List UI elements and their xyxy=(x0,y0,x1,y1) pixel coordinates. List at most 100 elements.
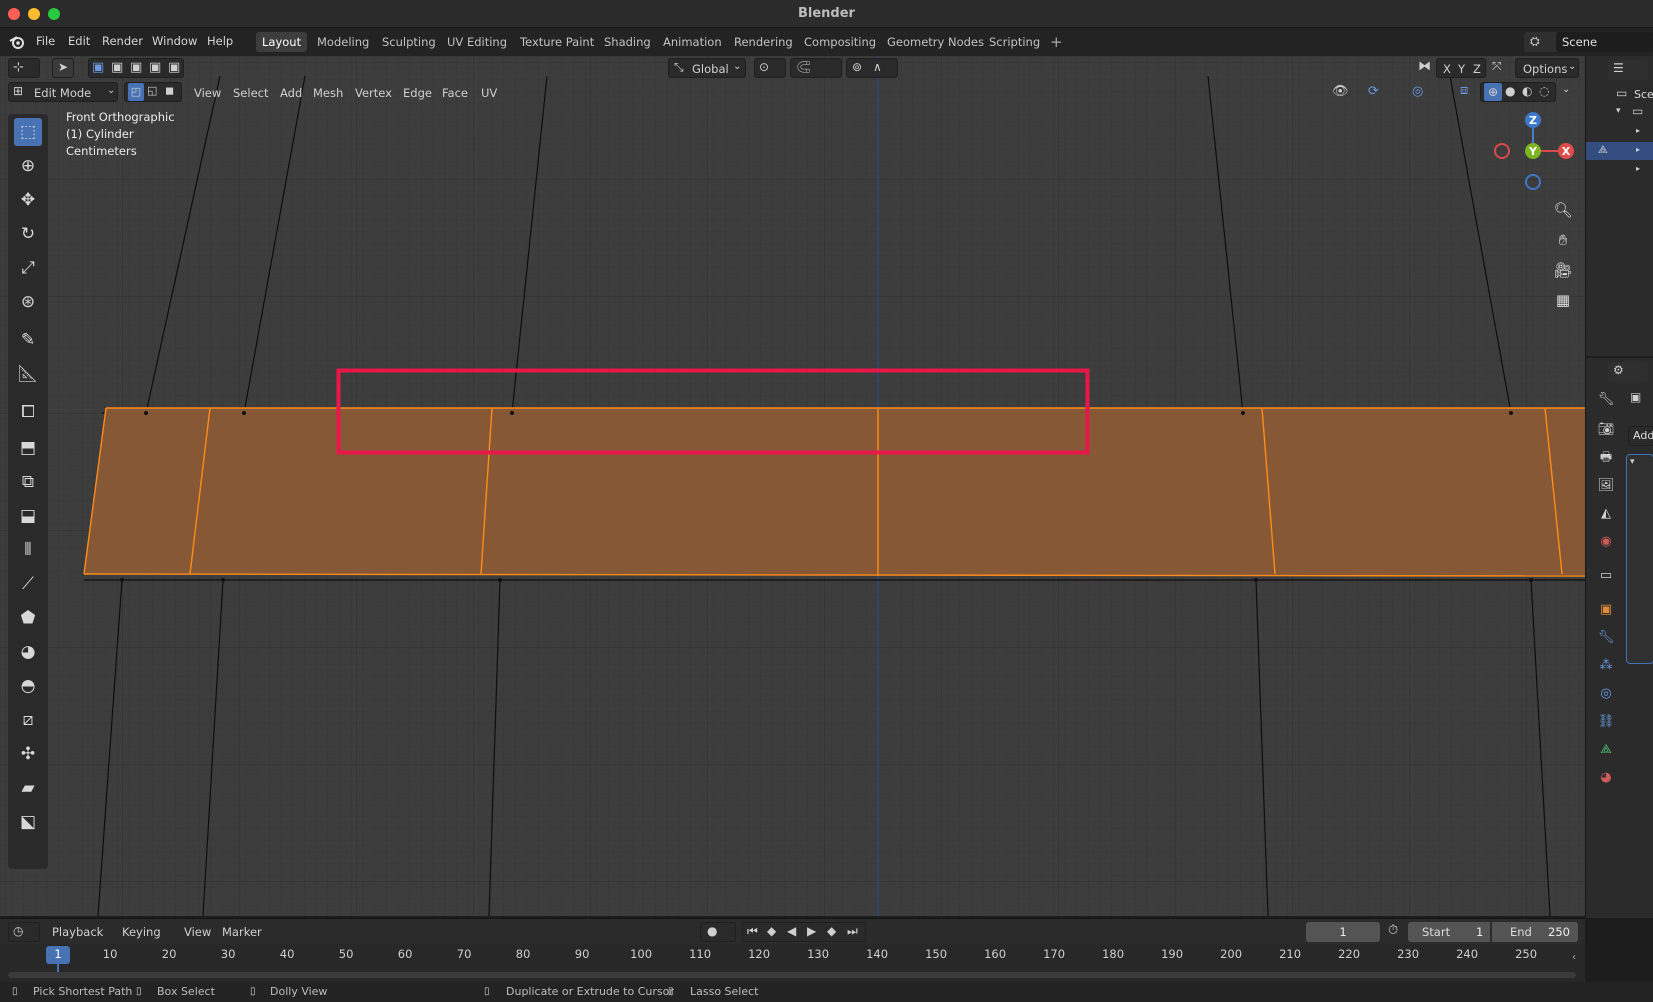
options-dropdown[interactable]: Options ⌄ xyxy=(1515,58,1579,78)
navigation-gizmo[interactable]: Z X Y xyxy=(1490,108,1576,194)
prev-keyframe-icon[interactable]: ◆ xyxy=(767,924,776,938)
expand-arrow-icon[interactable]: ▾ xyxy=(1630,457,1635,467)
measure-icon[interactable]: 📐︎ xyxy=(14,360,42,388)
timeline-scrollbar[interactable] xyxy=(8,972,1576,978)
tab-shading[interactable]: Shading xyxy=(598,32,657,52)
modifier-props-icon[interactable]: 🔧︎ xyxy=(1596,628,1616,648)
select-mode-buttons[interactable]: ◰ ◱ ◼ xyxy=(124,82,182,102)
menu-vertex[interactable]: Vertex xyxy=(355,86,392,100)
camera-view-icon[interactable]: 🎥︎ xyxy=(1551,258,1575,282)
visibility-eye-icon[interactable]: 👁︎ xyxy=(1332,84,1349,99)
3d-viewport[interactable]: Front Orthographic (1) Cylinder Centimet… xyxy=(0,56,1585,916)
poly-build-icon[interactable]: ⬟ xyxy=(14,604,42,632)
tab-sculpting[interactable]: Sculpting xyxy=(376,32,442,52)
menu-edge[interactable]: Edge xyxy=(403,86,432,100)
mirror-axis-toggles[interactable]: X Y Z xyxy=(1436,58,1486,78)
stopwatch-icon[interactable]: ⏱︎ xyxy=(1388,923,1398,938)
mirror-y-label[interactable]: Y xyxy=(1458,62,1465,76)
snap-toggle[interactable]: 🧲︎ xyxy=(790,58,842,78)
outliner-scene-label[interactable]: Scen xyxy=(1634,88,1653,101)
tab-modeling[interactable]: Modeling xyxy=(311,32,375,52)
physics-props-icon[interactable]: ◎ xyxy=(1596,684,1616,704)
expand-arrow-icon[interactable]: ▾ xyxy=(1616,106,1621,116)
inset-icon[interactable]: ⧉ xyxy=(14,468,42,496)
tab-texture-paint[interactable]: Texture Paint xyxy=(514,32,600,52)
scale-icon[interactable]: ⤢ xyxy=(14,254,42,282)
bevel-icon[interactable]: ⬓ xyxy=(14,502,42,530)
tool-props-icon[interactable]: 🔧︎ xyxy=(1596,390,1616,410)
scene-name-field[interactable]: Scene xyxy=(1556,32,1653,52)
plus-icon[interactable]: + xyxy=(1050,33,1063,51)
spin-icon[interactable]: ◕ xyxy=(14,638,42,666)
menu-timeline-view[interactable]: View xyxy=(184,925,211,939)
collection-icon[interactable]: ▭ xyxy=(1632,104,1643,118)
move-icon[interactable]: ✥ xyxy=(14,186,42,214)
overlay-toggle-icon[interactable]: ◎ xyxy=(1412,84,1423,99)
play-icon[interactable]: ▶ xyxy=(807,924,816,938)
face-select-icon[interactable]: ◼ xyxy=(165,84,174,97)
menu-window[interactable]: Window xyxy=(152,34,197,48)
auto-merge-icon[interactable]: ⤧ xyxy=(1492,59,1502,74)
annotate-icon[interactable]: ✎ xyxy=(14,326,42,354)
add-cube-icon[interactable]: ⧠ xyxy=(14,398,42,426)
add-modifier-button[interactable]: Add xyxy=(1628,426,1653,446)
tab-rendering[interactable]: Rendering xyxy=(728,32,799,52)
shading-mode-buttons[interactable]: ⊕ ● ◐ ◌ xyxy=(1480,82,1556,102)
play-reverse-icon[interactable]: ◀ xyxy=(787,924,796,938)
tab-uv-editing[interactable]: UV Editing xyxy=(441,32,513,52)
scene-props-icon[interactable]: ◭ xyxy=(1596,504,1616,524)
jump-end-icon[interactable]: ⏭ xyxy=(847,924,858,939)
shrink-fatten-icon[interactable]: ✣ xyxy=(14,740,42,768)
modifier-panel[interactable]: ▾ xyxy=(1626,454,1653,664)
chevron-down-icon[interactable]: ⌄ xyxy=(1562,84,1570,95)
material-props-icon[interactable]: ◕ xyxy=(1596,768,1616,788)
tab-geometry-nodes[interactable]: Geometry Nodes xyxy=(881,32,990,52)
chevron-left-icon[interactable]: ‹ xyxy=(1572,952,1576,963)
outliner-selected-row[interactable]: ⟁ ▸ xyxy=(1586,142,1653,160)
mirror-x-label[interactable]: X xyxy=(1443,62,1451,76)
particles-props-icon[interactable]: ⁂ xyxy=(1596,656,1616,676)
jump-start-icon[interactable]: ⏮ xyxy=(747,924,758,939)
menu-uv[interactable]: UV xyxy=(481,86,497,100)
material-shading-icon[interactable]: ◐ xyxy=(1522,84,1532,98)
mode-dropdown[interactable]: ⊞ Edit Mode ⌄ xyxy=(8,82,118,102)
solid-shading-icon[interactable]: ● xyxy=(1505,84,1515,98)
output-props-icon[interactable]: 🖶︎ xyxy=(1596,448,1616,468)
zoom-icon[interactable]: 🔍︎ xyxy=(1551,198,1575,222)
shear-icon[interactable]: ▰ xyxy=(14,774,42,802)
menu-file[interactable]: File xyxy=(36,34,55,48)
object-props-icon[interactable]: ▣ xyxy=(1596,600,1616,620)
xray-toggle-icon[interactable]: ⧈ xyxy=(1460,83,1468,98)
menu-select[interactable]: Select xyxy=(233,86,268,100)
rip-icon[interactable]: ⬕ xyxy=(14,808,42,836)
select-box-icon[interactable]: ⬚ xyxy=(14,118,42,146)
outliner-editor-type-button[interactable]: ☰ xyxy=(1608,60,1648,80)
rendered-shading-icon[interactable]: ◌ xyxy=(1539,84,1549,98)
menu-help[interactable]: Help xyxy=(207,34,233,48)
expand-arrow-icon[interactable]: ▸ xyxy=(1636,164,1640,173)
cursor-icon[interactable]: ⊕ xyxy=(14,152,42,180)
wireframe-shading-icon[interactable]: ⊕ xyxy=(1484,83,1502,101)
menu-face[interactable]: Face xyxy=(442,86,468,100)
menu-view[interactable]: View xyxy=(194,86,221,100)
next-keyframe-icon[interactable]: ◆ xyxy=(827,924,836,938)
mirror-z-label[interactable]: Z xyxy=(1473,62,1481,76)
current-frame-field[interactable]: 1 xyxy=(1306,922,1380,942)
collection-props-icon[interactable]: ▭ xyxy=(1596,566,1616,586)
constraints-props-icon[interactable]: ⛓︎ xyxy=(1596,712,1616,732)
knife-icon[interactable]: ⟋ xyxy=(14,570,42,598)
auto-keying-toggle[interactable]: ● xyxy=(700,922,736,942)
tab-scripting[interactable]: Scripting xyxy=(983,32,1046,52)
ortho-grid-icon[interactable]: ▦ xyxy=(1551,288,1575,312)
loop-cut-icon[interactable]: ⫴ xyxy=(14,536,42,564)
blender-logo-icon[interactable] xyxy=(9,35,25,49)
proportional-edit-toggle[interactable]: ⊚ ∧ xyxy=(846,58,898,78)
world-props-icon[interactable]: ◉ xyxy=(1596,532,1616,552)
menu-render[interactable]: Render xyxy=(102,34,143,48)
edge-select-icon[interactable]: ◱ xyxy=(147,84,157,97)
gizmo-toggle-icon[interactable]: ⟳ xyxy=(1368,84,1379,99)
extrude-icon[interactable]: ⬒ xyxy=(14,434,42,462)
tab-layout[interactable]: Layout xyxy=(256,32,308,52)
playback-controls[interactable]: ⏮ ◆ ◀ ▶ ◆ ⏭ xyxy=(742,922,866,942)
editor-type-button[interactable]: ⊹ xyxy=(8,58,40,78)
